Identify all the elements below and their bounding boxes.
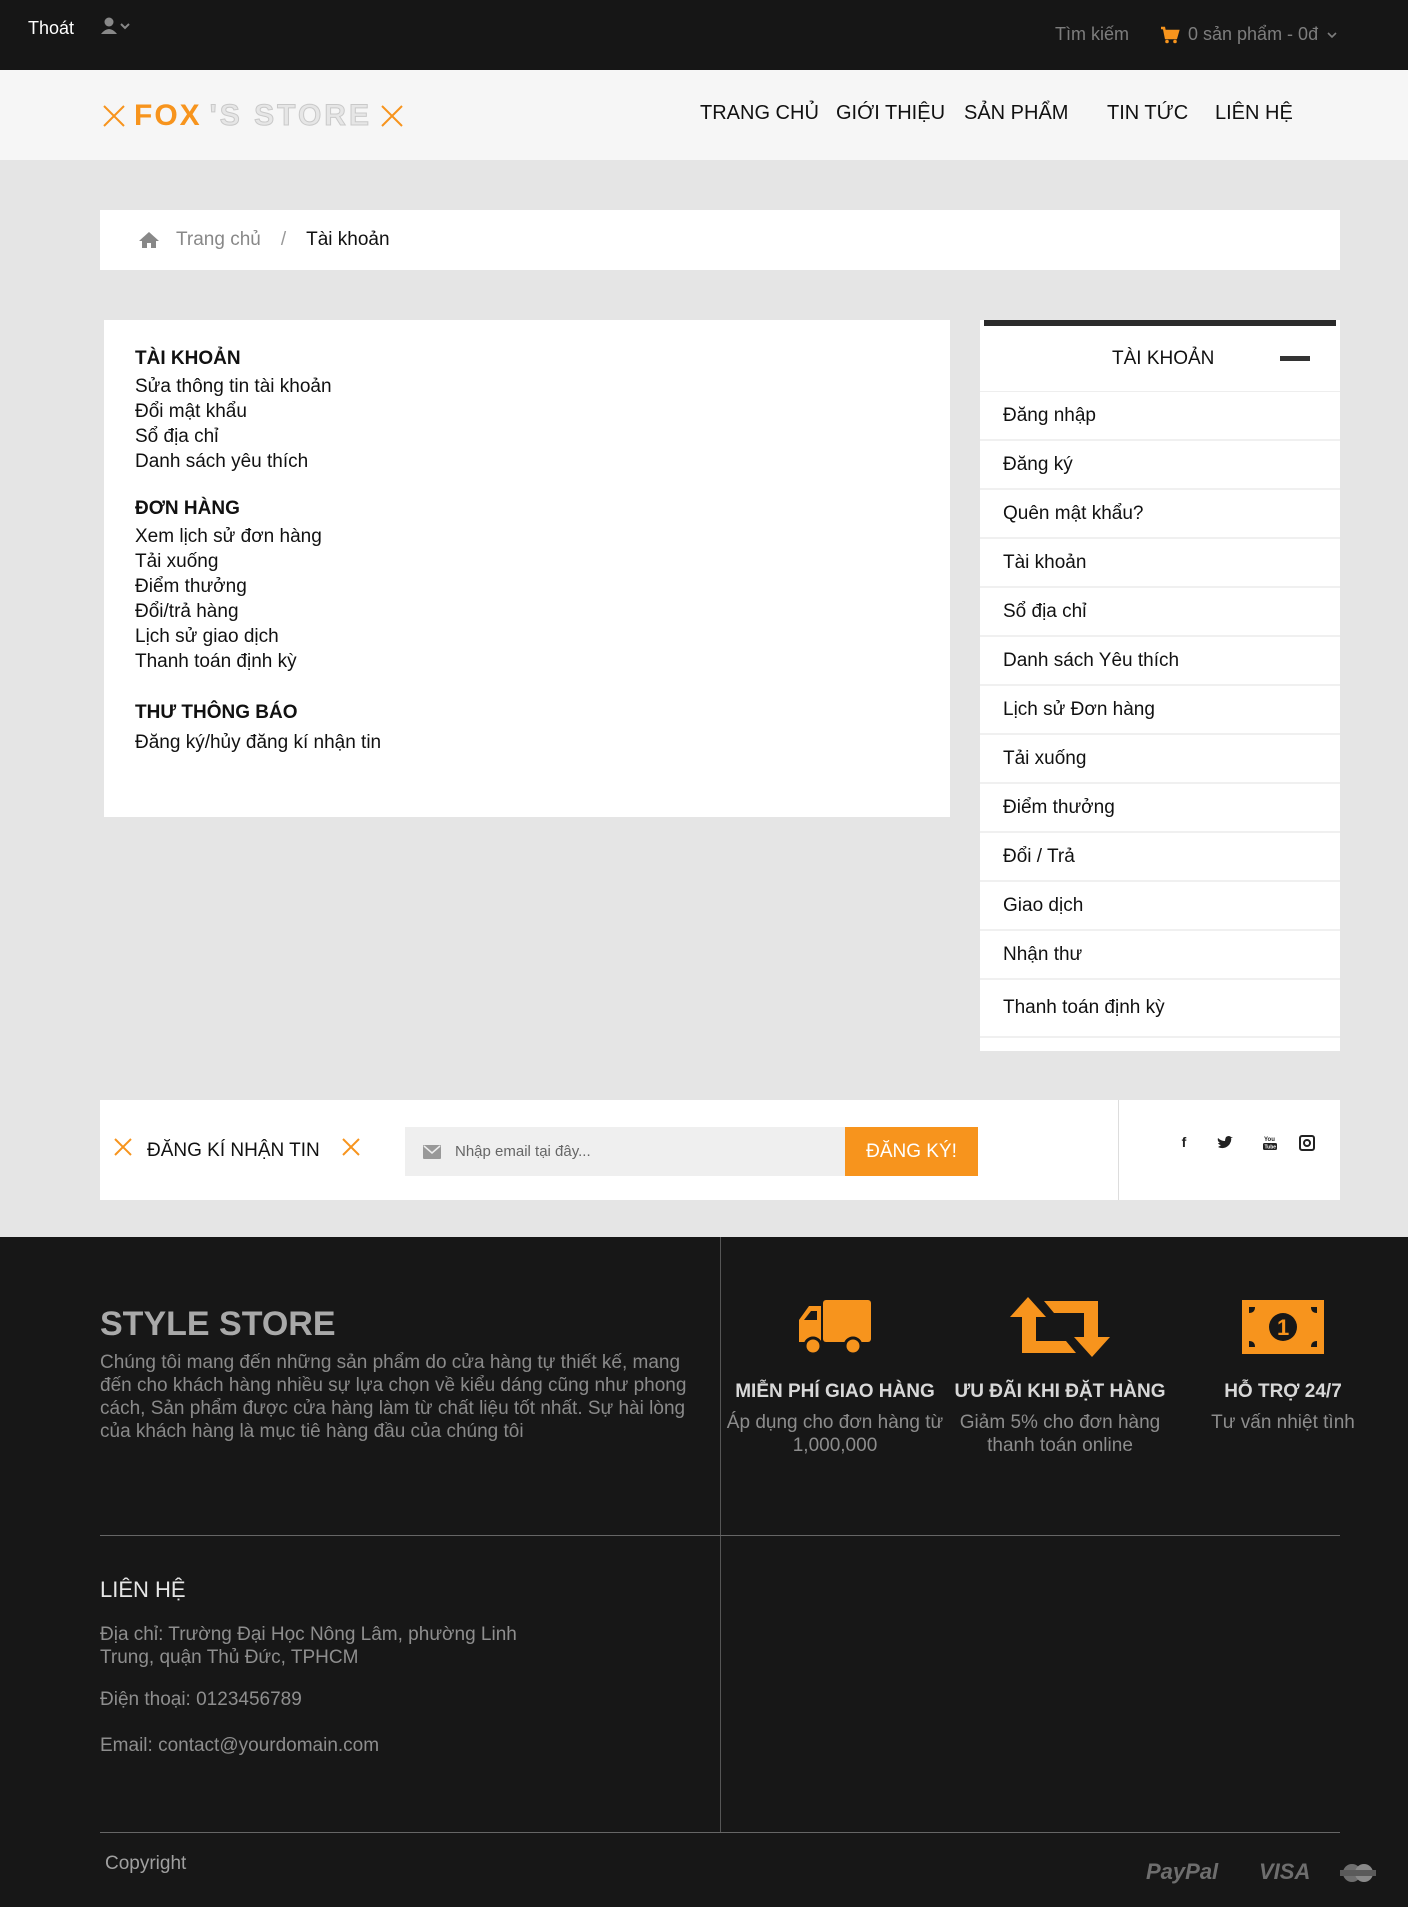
home-icon[interactable] bbox=[138, 231, 160, 249]
copyright: Copyright bbox=[105, 1853, 187, 1874]
sidebar-item[interactable]: Đổi / Trả bbox=[980, 833, 1340, 882]
cross-icon bbox=[342, 1138, 360, 1156]
sidebar-title: TÀI KHOẢN bbox=[1112, 348, 1215, 369]
contact-phone: Điện thoại: 0123456789 bbox=[100, 1689, 302, 1710]
nav-contact[interactable]: LIÊN HỆ bbox=[1215, 102, 1293, 125]
chevron-down-icon bbox=[1327, 31, 1337, 38]
email-placeholder: Nhập email tại đây... bbox=[455, 1143, 591, 1160]
feature-title: HỖ TRỢ 24/7 bbox=[1224, 1381, 1342, 1402]
order-link[interactable]: Điểm thưởng bbox=[135, 574, 322, 599]
cart-summary: 0 sản phẩm - 0đ bbox=[1188, 24, 1319, 44]
sidebar-item[interactable]: Đăng nhập bbox=[980, 392, 1340, 441]
account-sidebar: TÀI KHOẢN Đăng nhập Đăng ký Quên mật khẩ… bbox=[980, 320, 1340, 1051]
group-title: ĐƠN HÀNG bbox=[135, 498, 240, 519]
footer-title: STYLE STORE bbox=[100, 1305, 336, 1343]
retweet-icon bbox=[1010, 1297, 1110, 1357]
breadcrumb-separator: / bbox=[280, 229, 287, 250]
user-menu-button[interactable] bbox=[100, 16, 136, 38]
user-icon bbox=[101, 17, 130, 34]
sidebar-item[interactable]: Giao dịch bbox=[980, 882, 1340, 931]
newsletter-link[interactable]: Đăng ký/hủy đăng kí nhận tin bbox=[135, 730, 381, 755]
account-link[interactable]: Sổ địa chỉ bbox=[135, 424, 332, 449]
nav-news[interactable]: TIN TỨC bbox=[1107, 102, 1188, 125]
feature-discount: ƯU ĐÃI KHI ĐẶT HÀNG Giảm 5% cho đơn hàng… bbox=[950, 1287, 1170, 1457]
cart-icon bbox=[1161, 26, 1180, 43]
breadcrumb-current: Tài khoản bbox=[306, 229, 390, 250]
money-icon: 1 bbox=[1242, 1300, 1324, 1354]
facebook-icon[interactable]: f bbox=[1175, 1134, 1193, 1152]
divider bbox=[100, 1535, 1340, 1536]
order-link[interactable]: Tải xuống bbox=[135, 549, 322, 574]
order-link[interactable]: Lịch sử giao dịch bbox=[135, 624, 322, 649]
contact-title: LIÊN HỆ bbox=[100, 1577, 186, 1602]
search-link[interactable]: Tìm kiếm bbox=[1055, 24, 1129, 45]
youtube-icon[interactable]: You Tube bbox=[1261, 1134, 1279, 1152]
newsletter-label: ĐĂNG KÍ NHẬN TIN bbox=[147, 1140, 320, 1161]
cart-button[interactable]: 0 sản phẩm - 0đ bbox=[1160, 24, 1338, 45]
twitter-icon[interactable] bbox=[1216, 1134, 1234, 1152]
email-field[interactable]: Nhập email tại đây... bbox=[405, 1127, 845, 1176]
feature-free-shipping: MIỄN PHÍ GIAO HÀNG Áp dụng cho đơn hàng … bbox=[725, 1287, 945, 1457]
svg-text:Tube: Tube bbox=[1265, 1145, 1277, 1151]
divider bbox=[1118, 1100, 1119, 1200]
feature-desc: Áp dụng cho đơn hàng từ 1,000,000 bbox=[726, 1412, 944, 1456]
account-link[interactable]: Sửa thông tin tài khoản bbox=[135, 374, 332, 399]
truck-icon bbox=[799, 1300, 871, 1356]
feature-support: 1 HỖ TRỢ 24/7 Tư vấn nhiệt tình bbox=[1173, 1287, 1393, 1434]
cross-icon bbox=[114, 1138, 132, 1156]
feature-title: ƯU ĐÃI KHI ĐẶT HÀNG bbox=[954, 1381, 1166, 1402]
breadcrumb: Trang chủ / Tài khoản bbox=[100, 210, 1340, 270]
sidebar-item[interactable]: Đăng ký bbox=[980, 441, 1340, 490]
feature-desc: Tư vấn nhiệt tình bbox=[1211, 1412, 1355, 1433]
sidebar-item[interactable]: Sổ địa chỉ bbox=[980, 588, 1340, 637]
nav-about[interactable]: GIỚI THIỆU bbox=[836, 102, 945, 125]
sidebar-item[interactable]: Điểm thưởng bbox=[980, 784, 1340, 833]
footer-about: Chúng tôi mang đến những sản phẩm do cửa… bbox=[100, 1352, 687, 1442]
subscribe-button[interactable]: ĐĂNG KÝ! bbox=[845, 1127, 978, 1176]
account-panel: TÀI KHOẢN Sửa thông tin tài khoản Đổi mậ… bbox=[104, 320, 950, 817]
instagram-icon[interactable] bbox=[1298, 1134, 1316, 1152]
site-footer: STYLE STORE Chúng tôi mang đến những sản… bbox=[0, 1237, 1408, 1907]
paypal-logo: PayPal bbox=[1146, 1859, 1219, 1884]
account-link[interactable]: Danh sách yêu thích bbox=[135, 449, 332, 474]
sidebar-item[interactable]: Tài khoản bbox=[980, 539, 1340, 588]
sidebar-item[interactable]: Danh sách Yêu thích bbox=[980, 637, 1340, 686]
logout-link[interactable]: Thoát bbox=[28, 18, 74, 39]
order-group: ĐƠN HÀNG Xem lịch sử đơn hàng Tải xuống … bbox=[135, 498, 322, 674]
sidebar-item[interactable]: Lịch sử Đơn hàng bbox=[980, 686, 1340, 735]
contact-email[interactable]: Email: contact@yourdomain.com bbox=[100, 1734, 570, 1757]
sidebar-list: Đăng nhập Đăng ký Quên mật khẩu? Tài kho… bbox=[980, 392, 1340, 1038]
group-title: TÀI KHOẢN bbox=[135, 348, 241, 369]
sidebar-item[interactable]: Nhận thư bbox=[980, 931, 1340, 980]
nav-home[interactable]: TRANG CHỦ bbox=[700, 102, 819, 125]
feature-title: MIỄN PHÍ GIAO HÀNG bbox=[735, 1381, 935, 1402]
sidebar-item[interactable]: Tải xuống bbox=[980, 735, 1340, 784]
order-link[interactable]: Đổi/trả hàng bbox=[135, 599, 322, 624]
main-nav: TRANG CHỦ GIỚI THIỆU SẢN PHẨM TIN TỨC LI… bbox=[0, 102, 1408, 132]
top-bar: Thoát Tìm kiếm 0 sản phẩm - 0đ bbox=[0, 0, 1408, 70]
site-header: FOX 'S STORE TRANG CHỦ GIỚI THIỆU SẢN PH… bbox=[0, 70, 1408, 160]
svg-text:You: You bbox=[1264, 1137, 1275, 1143]
sidebar-item[interactable]: Quên mật khẩu? bbox=[980, 490, 1340, 539]
group-title: THƯ THÔNG BÁO bbox=[135, 702, 298, 723]
svg-text:1: 1 bbox=[1277, 1315, 1289, 1340]
divider bbox=[100, 1832, 1340, 1833]
account-link[interactable]: Đổi mật khẩu bbox=[135, 399, 332, 424]
breadcrumb-home[interactable]: Trang chủ bbox=[176, 229, 261, 251]
order-link[interactable]: Xem lịch sử đơn hàng bbox=[135, 524, 322, 549]
mastercard-logo bbox=[1340, 1864, 1376, 1882]
newsletter-group: THƯ THÔNG BÁO Đăng ký/hủy đăng kí nhận t… bbox=[135, 702, 381, 755]
visa-logo: VISA bbox=[1259, 1859, 1311, 1884]
order-link[interactable]: Thanh toán định kỳ bbox=[135, 649, 322, 674]
sidebar-header[interactable]: TÀI KHOẢN bbox=[980, 326, 1340, 392]
collapse-icon[interactable] bbox=[1280, 356, 1310, 361]
account-group: TÀI KHOẢN Sửa thông tin tài khoản Đổi mậ… bbox=[135, 348, 332, 474]
newsletter-bar: ĐĂNG KÍ NHẬN TIN Nhập email tại đây... Đ… bbox=[100, 1100, 1340, 1200]
contact-address: Địa chỉ: Trường Đại Học Nông Lâm, phường… bbox=[100, 1624, 517, 1668]
sidebar-item[interactable]: Thanh toán định kỳ bbox=[980, 980, 1340, 1038]
feature-desc: Giảm 5% cho đơn hàng thanh toán online bbox=[959, 1412, 1161, 1456]
nav-products[interactable]: SẢN PHẨM bbox=[964, 102, 1068, 125]
envelope-icon bbox=[423, 1144, 441, 1159]
